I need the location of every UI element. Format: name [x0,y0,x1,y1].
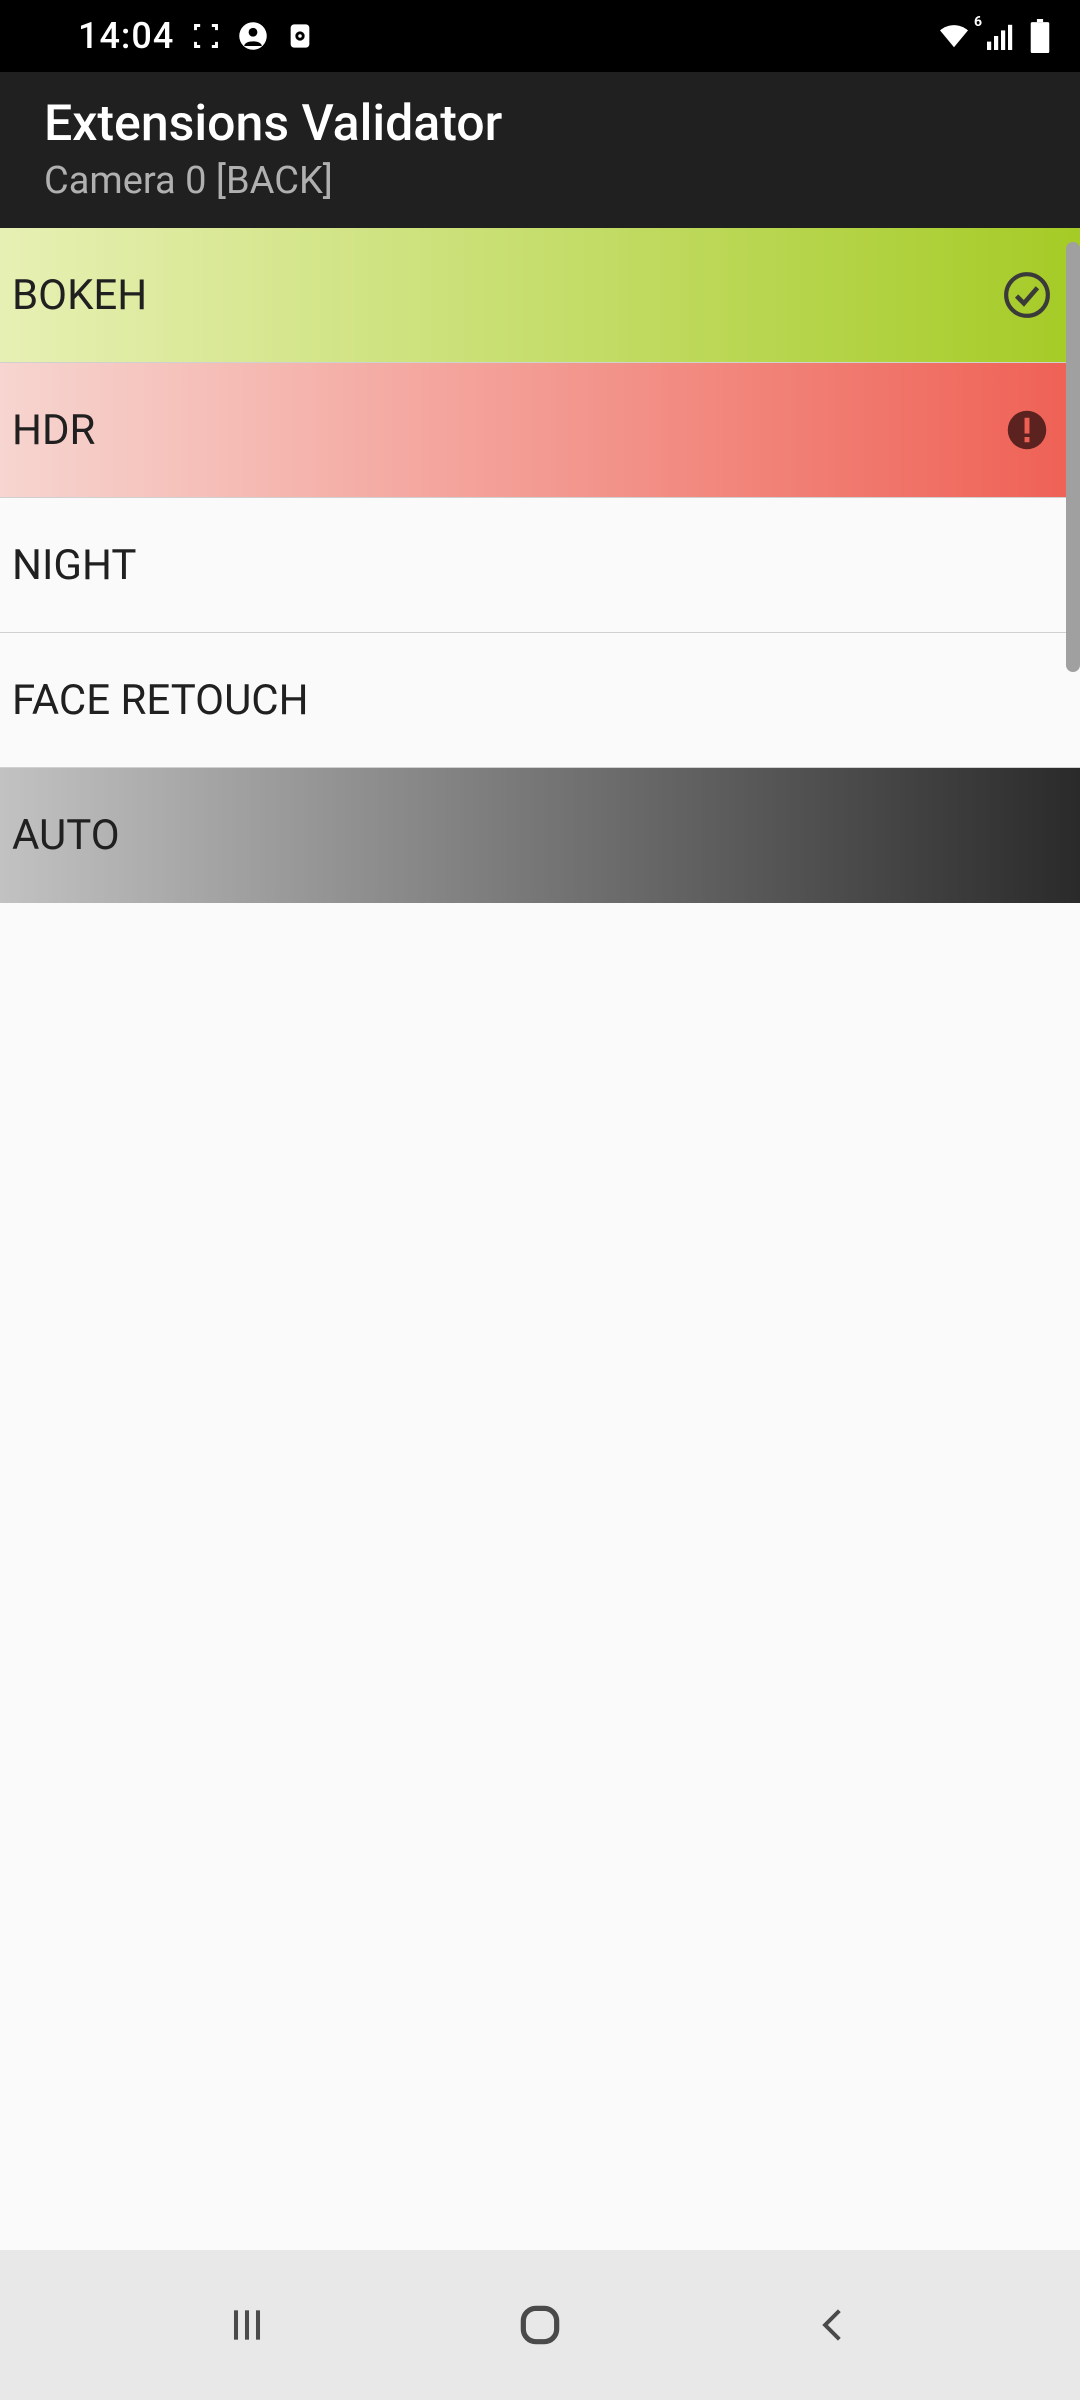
app-title: Extensions Validator [44,95,1036,153]
fullscreen-icon [192,22,220,50]
error-icon [1002,405,1052,455]
status-right: 6 [936,19,1050,53]
nav-back-button[interactable] [803,2295,863,2355]
list-label-hdr: HDR [12,406,95,455]
wifi-badge: 6 [974,14,982,30]
battery-icon [1030,19,1050,53]
status-bar: 14:04 6 [0,0,1080,72]
list-label-night: NIGHT [12,541,136,590]
list-label-auto: AUTO [12,811,120,860]
list-label-face: FACE RETOUCH [12,676,309,725]
extension-list[interactable]: BOKEH HDR NIGHT FACE RETOUCH AUTO [0,228,1080,903]
app-bar: Extensions Validator Camera 0 [BACK] [0,72,1080,228]
wifi-icon: 6 [936,22,972,50]
app-subtitle: Camera 0 [BACK] [44,159,1036,203]
status-time: 14:04 [78,15,174,57]
app-notification-icon [286,22,314,50]
list-item-bokeh[interactable]: BOKEH [0,228,1080,363]
nav-home-button[interactable] [510,2295,570,2355]
list-item-face-retouch[interactable]: FACE RETOUCH [0,633,1080,768]
nav-recents-button[interactable] [217,2295,277,2355]
list-item-hdr[interactable]: HDR [0,363,1080,498]
status-left: 14:04 [78,15,314,57]
check-icon [1002,270,1052,320]
list-label-bokeh: BOKEH [12,271,147,320]
list-item-night[interactable]: NIGHT [0,498,1080,633]
account-icon [238,21,268,51]
signal-icon [986,22,1016,50]
nav-bar [0,2250,1080,2400]
scroll-indicator[interactable] [1066,242,1080,672]
list-item-auto[interactable]: AUTO [0,768,1080,903]
